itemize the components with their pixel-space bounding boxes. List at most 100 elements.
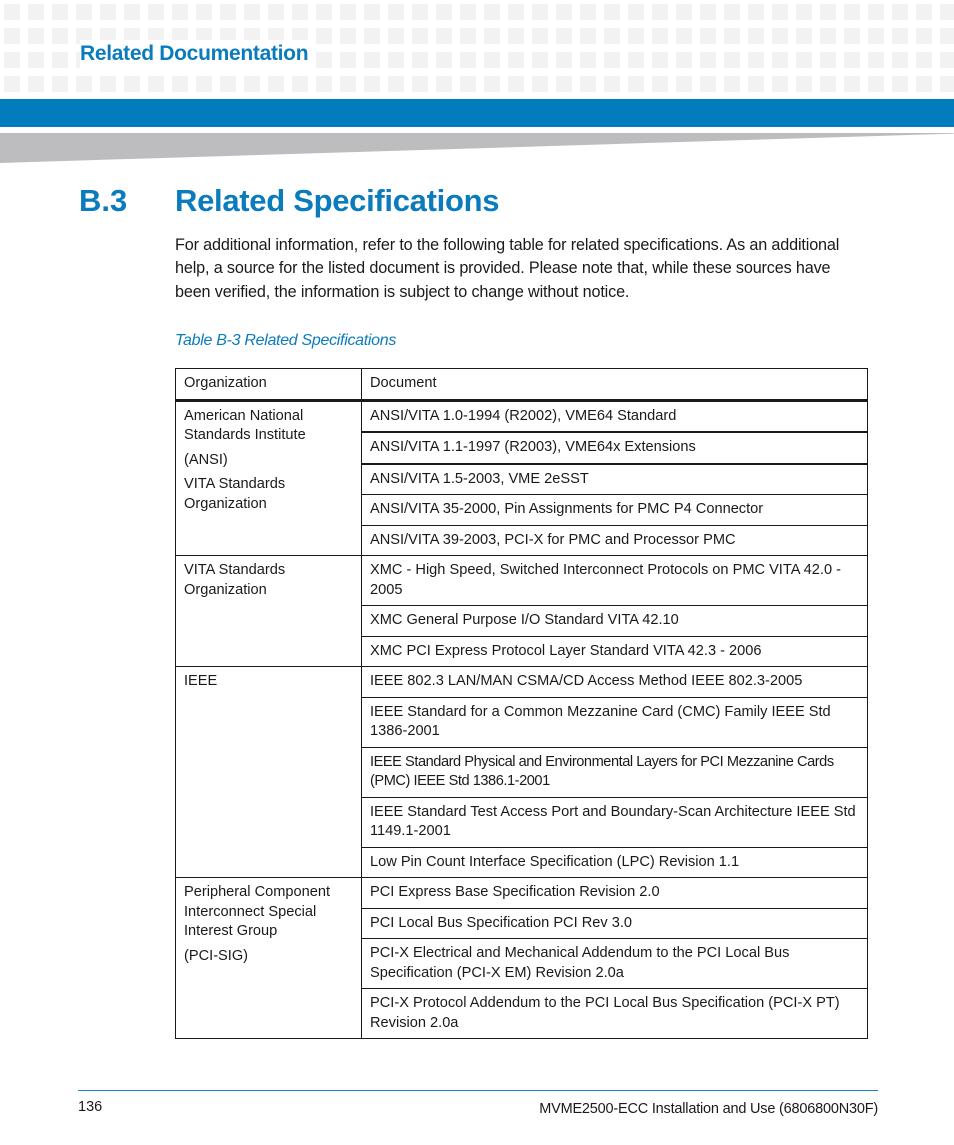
header-pattern-square [772, 76, 788, 92]
header-pattern-square [172, 76, 188, 92]
header-pattern-square [940, 4, 954, 20]
header-pattern-square [364, 52, 380, 68]
header-pattern-square [436, 28, 452, 44]
header-pattern-square [220, 4, 236, 20]
header-pattern-square [628, 76, 644, 92]
header-pattern-square [532, 28, 548, 44]
document-cell: XMC - High Speed, Switched Interconnect … [361, 555, 868, 606]
document-cell: ANSI/VITA 1.5-2003, VME 2eSST [361, 463, 868, 495]
header-pattern-square [580, 4, 596, 20]
header-pattern-square [316, 4, 332, 20]
header-pattern-square [556, 76, 572, 92]
header-pattern-square [652, 28, 668, 44]
header-pattern-square [508, 4, 524, 20]
header-pattern-square [436, 76, 452, 92]
organization-line: IEEE [184, 673, 218, 689]
document-cell: IEEE Standard Test Access Port and Bound… [361, 796, 868, 848]
header-pattern-square [796, 52, 812, 68]
document-cell: PCI-X Electrical and Mechanical Addendum… [361, 938, 868, 989]
header-pattern-square [844, 52, 860, 68]
header-pattern-square [316, 28, 332, 44]
header-pattern-square [460, 4, 476, 20]
header-pattern-square [460, 52, 476, 68]
table-row: American National Standards Institute (A… [175, 399, 868, 556]
header-pattern-square [580, 52, 596, 68]
header-pattern-square [676, 52, 692, 68]
header-pattern-square [604, 52, 620, 68]
table-header-row: Organization Document [175, 368, 868, 402]
section-title: Related Specifications [175, 183, 500, 218]
header-pattern-square [268, 76, 284, 92]
header-pattern-square [268, 4, 284, 20]
header-pattern-square [364, 4, 380, 20]
header-pattern-square [556, 28, 572, 44]
header-pattern-square [724, 28, 740, 44]
table-row: VITA Standards Organization XMC - High S… [175, 555, 868, 667]
header-pattern-square [460, 28, 476, 44]
header-pattern-square [4, 28, 20, 44]
header-pattern-square [652, 76, 668, 92]
header-blue-bar [0, 99, 954, 127]
header-pattern-square [52, 76, 68, 92]
header-pattern-square [556, 4, 572, 20]
header-pattern-square [940, 76, 954, 92]
header-pattern-square [388, 28, 404, 44]
header-pattern-square [868, 28, 884, 44]
header-pattern-square [28, 76, 44, 92]
header-pattern-square [364, 28, 380, 44]
header-pattern-square [652, 4, 668, 20]
table-row: Peripheral Component Interconnect Specia… [175, 877, 868, 1039]
document-cell: IEEE Standard Physical and Environmental… [361, 746, 868, 798]
header-pattern-square [580, 76, 596, 92]
header-pattern-square [700, 4, 716, 20]
header-pattern-square [748, 52, 764, 68]
header-pattern-square [892, 76, 908, 92]
header-pattern-square [388, 52, 404, 68]
header-pattern-square [820, 4, 836, 20]
header-pattern-square [844, 76, 860, 92]
document-cell: PCI-X Protocol Addendum to the PCI Local… [361, 988, 868, 1039]
header-pattern-square [484, 76, 500, 92]
header-pattern-square [388, 4, 404, 20]
header-pattern-square [700, 52, 716, 68]
header-pattern-square [748, 28, 764, 44]
document-cell: ANSI/VITA 39-2003, PCI-X for PMC and Pro… [361, 524, 868, 556]
header-pattern-square [52, 4, 68, 20]
header-pattern-square [340, 4, 356, 20]
header-pattern-square [820, 52, 836, 68]
header-pattern-square [4, 52, 20, 68]
header-pattern-square [604, 76, 620, 92]
footer-document-id: MVME2500-ECC Installation and Use (68068… [539, 1101, 878, 1117]
header-pattern-square [772, 52, 788, 68]
header-pattern-square [28, 52, 44, 68]
header-pattern-square [28, 4, 44, 20]
header-pattern-square [748, 76, 764, 92]
header-pattern-square [316, 52, 332, 68]
header-pattern-square [796, 4, 812, 20]
header-pattern-square [4, 76, 20, 92]
related-specifications-table: Organization Document American National … [175, 368, 868, 1039]
header-pattern-square [676, 4, 692, 20]
header-pattern-square [892, 52, 908, 68]
organization-line: VITA Standards Organization [184, 476, 286, 512]
table-caption: Table B-3 Related Specifications [175, 332, 397, 349]
header-pattern-square [292, 4, 308, 20]
header-pattern-square [316, 76, 332, 92]
header-pattern-square [796, 28, 812, 44]
header-pattern-square [604, 28, 620, 44]
document-cell: Low Pin Count Interface Specification (L… [361, 846, 868, 878]
header-pattern-square [724, 76, 740, 92]
column-header-document: Document [361, 368, 868, 402]
organization-cell: IEEE [175, 666, 362, 878]
header-pattern-square [676, 76, 692, 92]
organization-line: (ANSI) [184, 451, 228, 468]
header-pattern-square [76, 76, 92, 92]
header-pattern-square [52, 28, 68, 44]
header-pattern-square [628, 52, 644, 68]
header-pattern-square [772, 28, 788, 44]
header-pattern-square [4, 4, 20, 20]
document-cell: ANSI/VITA 1.1-1997 (R2003), VME64x Exten… [361, 431, 868, 465]
document-cell: ANSI/VITA 1.0-1994 (R2002), VME64 Standa… [361, 399, 868, 433]
header-pattern-square [628, 28, 644, 44]
header-pattern-square [340, 76, 356, 92]
